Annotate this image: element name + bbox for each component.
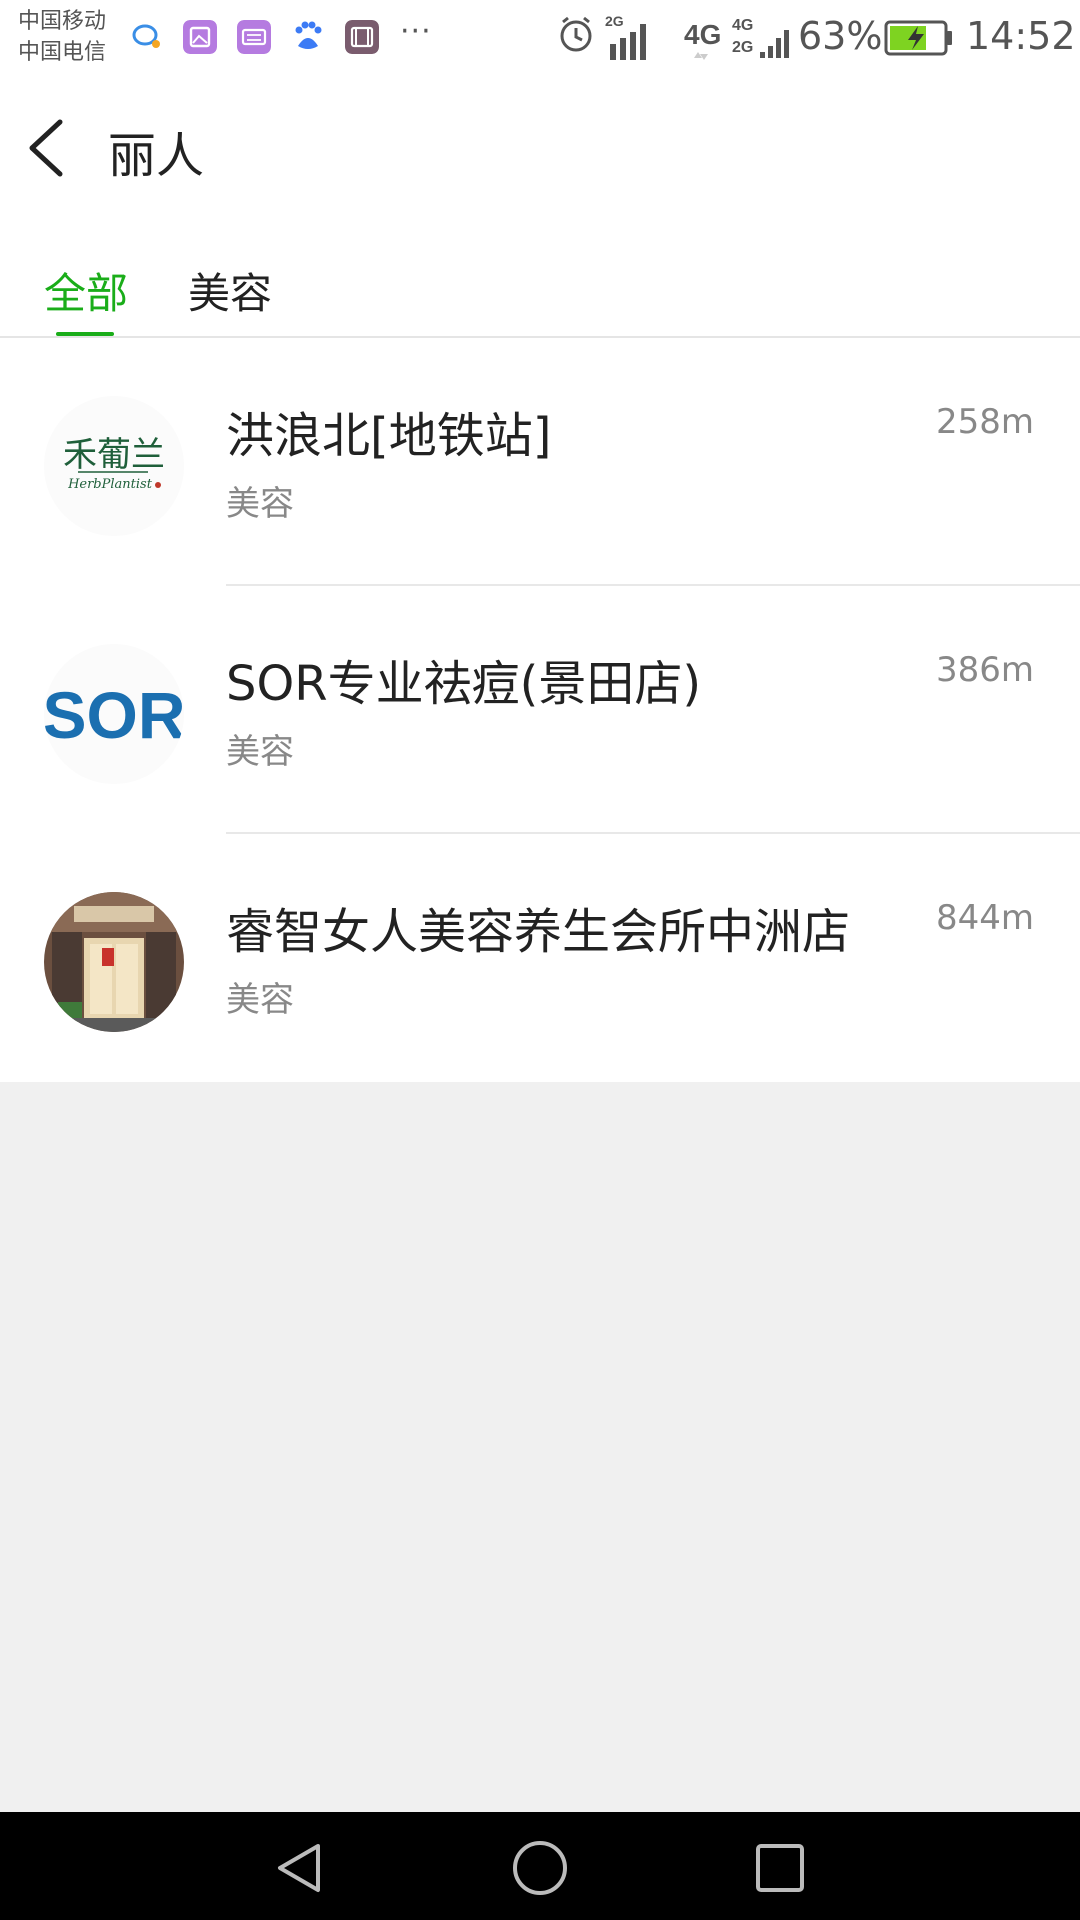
carrier-labels: 中国移动 中国电信 <box>18 6 106 68</box>
store-category: 美容 <box>226 484 294 524</box>
herbplantist-logo-subtext: HerbPlantist <box>67 477 153 492</box>
signal-bars-icon <box>610 24 646 60</box>
battery-charging-icon <box>884 20 952 56</box>
net-4g-label: 4G <box>684 19 721 50</box>
nav-home-icon[interactable] <box>510 1838 570 1898</box>
data-arrows-icon <box>694 52 708 60</box>
more-notifications-icon: ··· <box>400 14 432 49</box>
battery-percent: 63% <box>798 14 883 58</box>
nav-back-icon[interactable] <box>270 1838 330 1898</box>
store-distance: 844m <box>935 898 1034 938</box>
store-name: SOR专业祛痘(景田店) <box>226 656 702 712</box>
system-nav-bar <box>0 1812 1080 1920</box>
carrier-1: 中国移动 <box>18 9 107 34</box>
signal-bars-2-icon <box>760 30 789 58</box>
herbplantist-logo: 禾葡兰 HerbPlantist <box>44 396 184 536</box>
net-2g-label: 2G <box>605 13 624 29</box>
store-distance: 258m <box>935 402 1034 442</box>
store-category: 美容 <box>226 980 294 1020</box>
sor-logo: SOR <box>44 644 184 784</box>
net-4g2-label: 4G <box>732 17 753 34</box>
baidu-icon <box>295 21 322 49</box>
list-item[interactable]: 禾葡兰 HerbPlantist 洪浪北[地铁站] 美容 258m <box>0 338 1080 586</box>
store-list: 禾葡兰 HerbPlantist 洪浪北[地铁站] 美容 258m SOR SO… <box>0 338 1080 1082</box>
nav-recents-icon[interactable] <box>750 1838 810 1898</box>
status-bar: 中国移动 中国电信 ··· 2G 4G 4G 2G 63% 14:52 <box>0 0 1080 76</box>
tab-all[interactable]: 全部 <box>44 260 128 321</box>
list-item[interactable]: SOR SOR专业祛痘(景田店) 美容 386m <box>0 586 1080 834</box>
keyboard-icon <box>237 20 271 54</box>
back-arrow-icon[interactable] <box>22 114 72 182</box>
category-tabs: 全部 美容 <box>0 216 1080 338</box>
net-2g2-label: 2G <box>732 39 753 56</box>
page-title: 丽人 <box>108 128 205 184</box>
alarm-icon <box>560 16 592 52</box>
tab-beauty[interactable]: 美容 <box>188 260 272 321</box>
network-signal-group: 2G 4G 4G 2G <box>560 13 789 60</box>
app-header: 丽人 <box>0 76 1080 216</box>
storefront-photo <box>44 892 184 1032</box>
list-item[interactable]: 睿智女人美容养生会所中洲店 美容 844m <box>0 834 1080 1082</box>
clock: 14:52 <box>966 14 1076 58</box>
chat-icon <box>132 24 160 48</box>
store-name: 睿智女人美容养生会所中洲店 <box>226 904 851 960</box>
sor-logo-text: SOR <box>44 678 184 752</box>
gallery-icon <box>183 20 217 54</box>
store-category: 美容 <box>226 732 294 772</box>
active-tab-indicator <box>56 332 114 336</box>
store-distance: 386m <box>935 650 1034 690</box>
herbplantist-logo-text: 禾葡兰 <box>63 435 165 475</box>
video-icon <box>345 20 379 54</box>
carrier-2: 中国电信 <box>18 40 107 65</box>
store-name: 洪浪北[地铁站] <box>226 408 552 464</box>
